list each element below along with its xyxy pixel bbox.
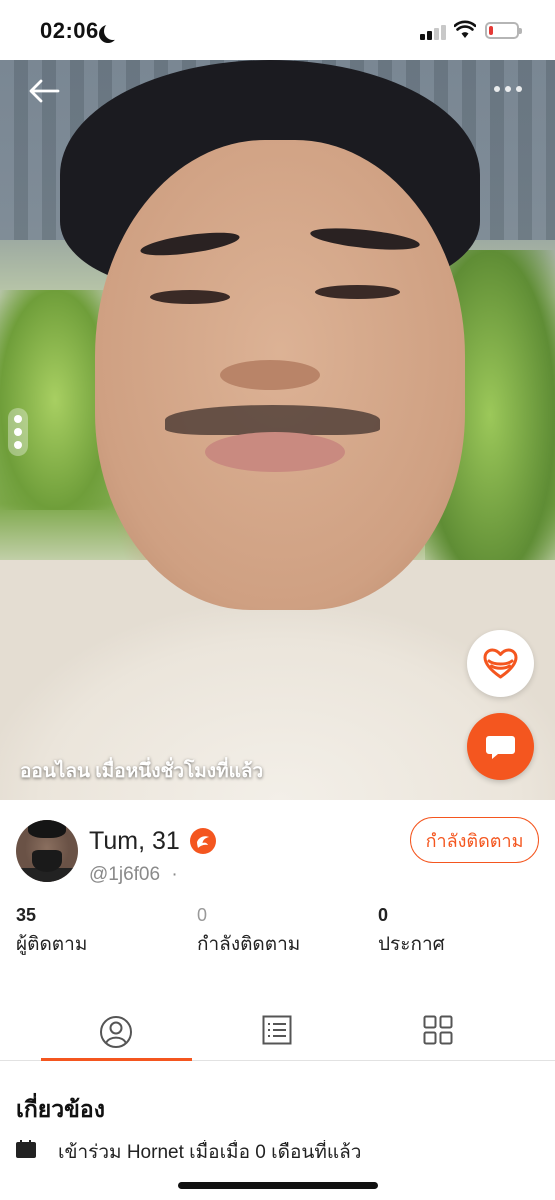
stat-posts[interactable]: 0 ประกาศ [378,905,445,959]
stat-posts-value: 0 [378,905,389,925]
joined-text: เข้าร่วม Hornet เมื่อเมื่อ 0 เดือนที่แล้… [58,1142,362,1160]
photo-moustache [165,405,380,435]
home-indicator[interactable] [178,1182,378,1189]
online-status: ออนไลน เมื่อหนึ่งชั่วโมงที่แล้ว [20,761,264,782]
username: @1j6f06 [89,864,161,885]
following-button[interactable]: กำลังติดตาม [410,817,539,863]
profile-tabs [0,1005,555,1061]
photo-background-plants-left [0,290,110,510]
stat-followers-label: ผู้ติดตาม [16,934,88,955]
stat-followers-value: 35 [16,905,37,925]
avatar-hair [28,820,66,838]
stat-following-label: กำลังติดตาม [197,934,301,955]
avatar[interactable] [16,820,78,882]
photo-pager[interactable] [8,408,28,456]
username-separator: · [171,864,178,885]
hornet-badge-icon [189,828,216,854]
profile-icon [100,1016,132,1048]
wifi-icon [454,20,476,38]
heart-hands-icon [483,648,518,679]
profile-name: Tum, 31 [89,826,180,855]
status-bar: 02:06 [0,0,555,60]
stat-following[interactable]: 0 กำลังติดตาม [197,905,300,959]
like-button[interactable] [467,630,534,697]
stat-following-value: 0 [197,905,208,925]
photo-lips [205,432,345,472]
photo-eye-right [315,285,400,299]
calendar-icon [16,1140,36,1158]
moon-icon [104,22,122,40]
battery-icon [485,22,522,39]
grid-icon [423,1015,453,1045]
tab-grid[interactable] [363,1005,513,1061]
battery-level [489,26,493,35]
back-arrow-icon[interactable] [28,78,60,104]
cellular-signal-icon [420,24,448,40]
chat-button[interactable] [467,713,534,780]
stat-followers[interactable]: 35 ผู้ติดตาม [16,905,87,959]
tab-list[interactable] [202,1005,352,1061]
status-time: 02:06 [40,18,99,43]
tab-profile[interactable] [41,1005,191,1061]
profile-photo[interactable]: ออนไลน เมื่อหนึ่งชั่วโมงที่แล้ว [0,60,555,800]
more-icon[interactable] [494,86,526,94]
username-row: @1j6f06 · [89,864,178,886]
photo-nose [220,360,320,390]
list-icon [262,1015,292,1045]
active-tab-indicator [41,1058,192,1061]
chat-bubble-icon [486,736,515,759]
photo-eye-left [150,290,230,304]
name-row: Tum, 31 [89,826,216,856]
avatar-bandana [32,850,62,872]
joined-row: เข้าร่วม Hornet เมื่อเมื่อ 0 เดือนที่แล้… [16,1140,555,1160]
stat-posts-label: ประกาศ [378,934,445,955]
about-section-title: เกี่ยวข้อง [16,1096,105,1122]
